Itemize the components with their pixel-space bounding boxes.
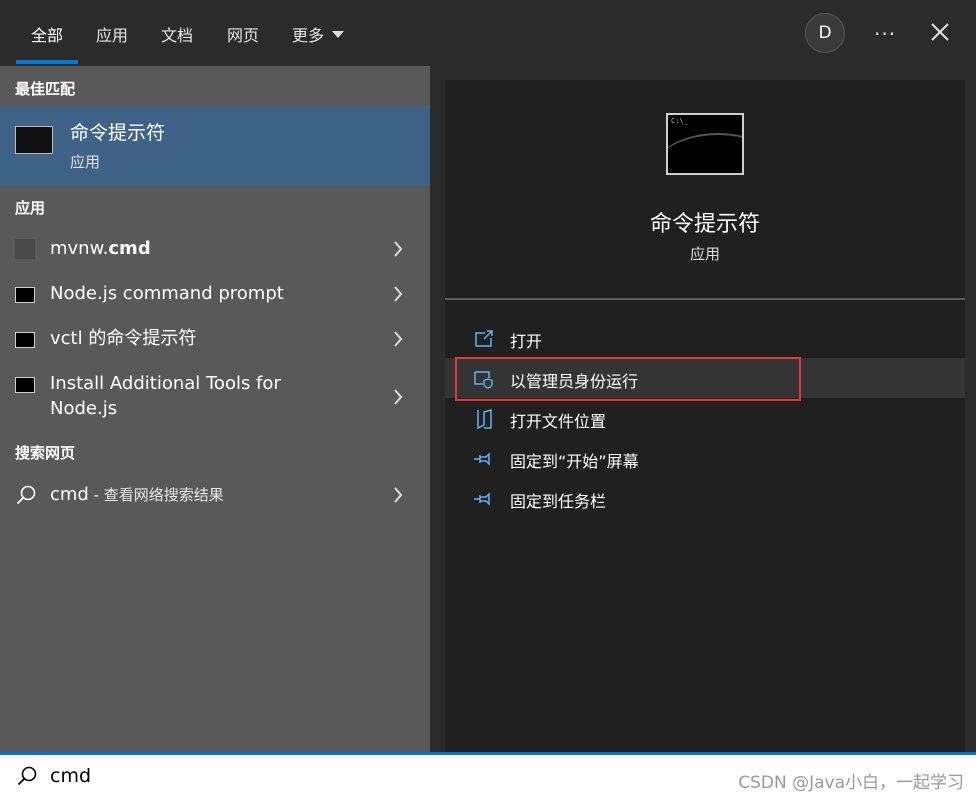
search-icon <box>17 766 37 786</box>
tab-more[interactable]: 更多 <box>292 22 345 46</box>
tab-web[interactable]: 网页 <box>227 22 259 46</box>
app-name-match: cmd <box>108 238 151 259</box>
top-bar: 全部 应用 文档 网页 更多 D ··· <box>0 0 976 66</box>
chevron-right-icon[interactable] <box>392 330 404 348</box>
tab-documents[interactable]: 文档 <box>161 22 193 46</box>
action-pin-to-start[interactable]: 固定到“开始”屏幕 <box>445 438 965 478</box>
watermark: CSDN @Java小白，一起学习 <box>738 773 964 793</box>
list-item[interactable]: vctl 的命令提示符 <box>0 322 430 356</box>
search-icon <box>16 485 36 505</box>
app-name: vctl 的命令提示符 <box>50 328 197 349</box>
action-pin-to-taskbar[interactable]: 固定到任务栏 <box>445 478 965 518</box>
action-pin-to-start-label: 固定到“开始”屏幕 <box>510 452 639 471</box>
list-item[interactable]: Node.js command prompt <box>0 277 430 311</box>
console-icon <box>15 287 35 303</box>
list-item[interactable]: Install Additional Tools for Node.js <box>0 367 430 427</box>
app-name: mvnw. <box>50 238 109 259</box>
detail-card: C:\_ 命令提示符 应用 打开 以管理员身份运行 打开文件位置 固定到“开始”… <box>445 80 965 752</box>
pin-icon <box>474 492 490 506</box>
folder-icon <box>477 409 492 430</box>
best-match-title: 命令提示符 <box>70 122 166 144</box>
divider <box>445 298 965 300</box>
web-search-item[interactable]: cmd - 查看网络搜索结果 <box>0 479 430 513</box>
action-open-file-location[interactable]: 打开文件位置 <box>445 398 965 438</box>
action-open-file-location-label: 打开文件位置 <box>510 412 607 431</box>
tab-apps[interactable]: 应用 <box>96 22 128 46</box>
best-match-item[interactable]: 命令提示符 应用 <box>0 106 430 186</box>
active-tab-indicator <box>16 60 78 64</box>
avatar[interactable]: D <box>805 13 845 53</box>
detail-panel: C:\_ 命令提示符 应用 打开 以管理员身份运行 打开文件位置 固定到“开始”… <box>430 66 976 752</box>
detail-title: 命令提示符 <box>649 212 760 237</box>
console-icon <box>15 377 35 393</box>
tab-more-label: 更多 <box>292 26 325 45</box>
chevron-right-icon[interactable] <box>392 285 404 303</box>
web-suffix: - 查看网络搜索结果 <box>88 486 224 504</box>
app-name: Node.js command prompt <box>50 283 284 304</box>
section-search-web: 搜索网页 <box>15 444 76 462</box>
tab-all[interactable]: 全部 <box>31 22 63 46</box>
search-bar[interactable]: cmd CSDN @Java小白，一起学习 <box>0 752 976 797</box>
app-name-line2: Node.js <box>50 398 118 419</box>
section-apps: 应用 <box>15 199 46 217</box>
action-open-label: 打开 <box>510 332 543 351</box>
list-item[interactable]: mvnw.cmd <box>0 232 430 266</box>
more-options-icon[interactable]: ··· <box>874 22 896 46</box>
command-prompt-icon <box>15 126 53 154</box>
pin-icon <box>474 452 490 466</box>
icon-label: C:\_ <box>671 117 688 125</box>
section-best-match: 最佳匹配 <box>15 80 76 98</box>
chevron-right-icon[interactable] <box>392 240 404 258</box>
file-icon <box>15 239 35 259</box>
console-icon <box>15 332 35 348</box>
chevron-right-icon[interactable] <box>392 388 404 406</box>
command-prompt-large-icon: C:\_ <box>666 113 744 175</box>
detail-subtitle: 应用 <box>689 245 720 263</box>
action-open[interactable]: 打开 <box>445 318 965 358</box>
annotation-highlight <box>455 357 801 401</box>
action-pin-to-taskbar-label: 固定到任务栏 <box>510 492 607 511</box>
open-icon <box>475 330 493 347</box>
close-icon[interactable] <box>928 20 952 44</box>
chevron-down-icon <box>332 31 345 38</box>
app-name: Install Additional Tools for <box>50 373 281 394</box>
search-input[interactable]: cmd <box>50 765 91 787</box>
web-query: cmd <box>50 484 89 505</box>
chevron-right-icon[interactable] <box>392 486 404 504</box>
results-panel: 最佳匹配 命令提示符 应用 应用 mvnw.cmd Node.js comman… <box>0 66 430 752</box>
best-match-subtitle: 应用 <box>70 153 101 171</box>
